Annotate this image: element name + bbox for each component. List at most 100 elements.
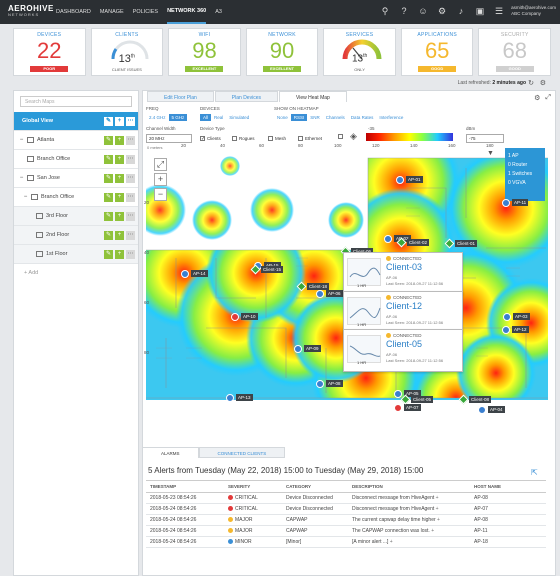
- show-data-rates[interactable]: Data Rates: [348, 114, 377, 121]
- rogues-checkbox[interactable]: Rogues: [232, 136, 255, 141]
- zoom-in-button[interactable]: +: [154, 173, 167, 186]
- edit-icon[interactable]: ✎: [104, 192, 113, 202]
- ap-marker[interactable]: [502, 199, 510, 207]
- channel-width-select[interactable]: 20 MHz: [146, 134, 192, 143]
- more-icon[interactable]: ⋯: [126, 249, 135, 259]
- search-maps-input[interactable]: Search Maps: [20, 96, 132, 107]
- search-icon[interactable]: ⚲: [380, 6, 390, 16]
- add-icon[interactable]: +: [115, 154, 124, 164]
- show-rssi[interactable]: RSSI: [290, 114, 308, 121]
- ap-marker[interactable]: [226, 394, 234, 402]
- add-icon[interactable]: +: [115, 192, 124, 202]
- tree-item-global-view[interactable]: Global View ✎ + ⋯: [14, 112, 138, 131]
- ap-marker[interactable]: [502, 326, 510, 334]
- filter-icon[interactable]: ▼: [487, 150, 494, 157]
- ap-marker[interactable]: [231, 313, 239, 321]
- gear-icon[interactable]: ⚙: [534, 94, 540, 102]
- tree-item-atlanta[interactable]: − Atlanta ✎ + ⋯: [14, 131, 138, 150]
- card-security[interactable]: SECURITY 68 GOOD: [478, 28, 552, 76]
- dbm-select[interactable]: -75: [466, 134, 504, 143]
- col-host-name[interactable]: HOST NAME: [470, 480, 546, 493]
- ethernet-checkbox[interactable]: Ethernet: [298, 136, 322, 141]
- tab-view-heat-map[interactable]: View Heat Map: [278, 91, 347, 102]
- tree-item-san-jose[interactable]: − San Jose ✎ + ⋯: [14, 169, 138, 188]
- more-icon[interactable]: ⋯: [126, 173, 135, 183]
- expand-icon[interactable]: +: [390, 539, 393, 545]
- collapse-icon[interactable]: −: [18, 175, 25, 181]
- ap-marker[interactable]: [394, 390, 402, 398]
- col-timestamp[interactable]: TIMESTAMP: [146, 480, 224, 493]
- export-icon[interactable]: ⇱: [531, 468, 538, 477]
- col-category[interactable]: CATEGORY: [282, 480, 348, 493]
- edit-icon[interactable]: ✎: [104, 230, 113, 240]
- table-row[interactable]: 2018-05-24 08:54:26 MAJOR CAPWAP The cur…: [146, 514, 546, 526]
- show-none[interactable]: None: [274, 114, 291, 121]
- edit-icon[interactable]: ✎: [104, 249, 113, 259]
- add-icon[interactable]: +: [115, 211, 124, 221]
- add-icon[interactable]: +: [115, 173, 124, 183]
- expand-icon[interactable]: +: [431, 528, 434, 534]
- table-row[interactable]: 2018-05-24 08:54:26 MINOR [Minor] [A min…: [146, 536, 546, 548]
- edit-icon[interactable]: ✎: [104, 173, 113, 183]
- add-map-button[interactable]: + Add: [14, 264, 138, 282]
- tab-alarms[interactable]: ALARMS: [142, 447, 199, 458]
- edit-icon[interactable]: ✎: [104, 154, 113, 164]
- ap-marker[interactable]: [294, 345, 302, 353]
- more-icon[interactable]: ⋯: [126, 211, 135, 221]
- ap-marker[interactable]: [394, 404, 402, 412]
- ap-marker[interactable]: [384, 235, 392, 243]
- fit-icon[interactable]: ⤢: [154, 158, 167, 171]
- card-services[interactable]: SERVICES 13th ONLY: [323, 28, 396, 76]
- card-wifi[interactable]: WIFI 98 EXCELLENT: [168, 28, 241, 76]
- show-snr[interactable]: SNR: [307, 114, 323, 121]
- show-interference[interactable]: Interference: [376, 114, 406, 121]
- tab-edit-floor-plan[interactable]: Edit Floor Plan: [147, 91, 214, 102]
- freq-2-4ghz[interactable]: 2.4 GHz: [146, 114, 169, 121]
- card-applications[interactable]: APPLICATIONS 65 GOOD: [400, 28, 474, 76]
- col-description[interactable]: DESCRIPTION: [348, 480, 470, 493]
- col-severity[interactable]: SEVERITY: [224, 480, 282, 493]
- gear-icon[interactable]: ⚙: [437, 6, 447, 16]
- freq-5ghz[interactable]: 5 GHz: [168, 114, 188, 121]
- table-row[interactable]: 2018-05-24 08:54:26 CRITICAL Device Disc…: [146, 503, 546, 515]
- client-popup[interactable]: 1 HR CONNECTED Client-03 AP-06 Last Seen…: [343, 252, 463, 295]
- expand-icon[interactable]: ⤢: [545, 94, 551, 102]
- settings-gear-icon[interactable]: ⚙: [540, 79, 546, 87]
- devices-real[interactable]: Real: [211, 114, 226, 121]
- card-devices[interactable]: DEVICES 22 POOR: [13, 28, 86, 76]
- more-icon[interactable]: ⋯: [126, 230, 135, 240]
- edit-icon[interactable]: ✎: [104, 116, 113, 126]
- nav-manage[interactable]: MANAGE: [100, 0, 124, 24]
- layer-checkbox[interactable]: [338, 134, 343, 139]
- ap-marker[interactable]: [503, 313, 511, 321]
- ap-marker[interactable]: [316, 290, 324, 298]
- monitor-icon[interactable]: ▣: [475, 6, 485, 16]
- add-icon[interactable]: +: [115, 116, 124, 126]
- more-icon[interactable]: ⋯: [126, 116, 135, 126]
- more-icon[interactable]: ⋯: [126, 192, 135, 202]
- nav-dashboard[interactable]: DASHBOARD: [56, 0, 91, 24]
- client-popup[interactable]: 1 HR CONNECTED Client-05 AP-06 Last Seen…: [343, 329, 463, 372]
- tree-item-2nd-floor[interactable]: 2nd Floor ✎ + ⋯: [14, 226, 138, 245]
- client-name[interactable]: Client-05: [386, 339, 422, 349]
- nav-policies[interactable]: POLICIES: [133, 0, 158, 24]
- more-icon[interactable]: ⋯: [126, 154, 135, 164]
- ap-marker[interactable]: [181, 270, 189, 278]
- help-icon[interactable]: ?: [399, 6, 409, 16]
- add-icon[interactable]: +: [115, 230, 124, 240]
- expand-icon[interactable]: +: [436, 495, 439, 501]
- more-icon[interactable]: ⋯: [126, 135, 135, 145]
- ap-marker[interactable]: [396, 176, 404, 184]
- show-channels[interactable]: Channels: [323, 114, 348, 121]
- tree-item-1st-floor[interactable]: 1st Floor ✎ + ⋯: [14, 245, 138, 264]
- user-info[interactable]: asmith@aerohive.com ABC Company: [511, 5, 556, 17]
- nav-a3[interactable]: A3: [215, 0, 222, 24]
- tab-connected-clients[interactable]: CONNECTED CLIENTS: [198, 447, 286, 458]
- layers-icon[interactable]: ◈: [350, 131, 357, 142]
- collapse-icon[interactable]: −: [22, 194, 29, 200]
- table-row[interactable]: 2018-05-24 08:54:26 MAJOR CAPWAP The CAP…: [146, 525, 546, 537]
- menu-icon[interactable]: ☰: [494, 6, 504, 16]
- expand-icon[interactable]: +: [436, 506, 439, 512]
- user-icon[interactable]: ☺: [418, 6, 428, 16]
- nav-network-360[interactable]: NETWORK 360: [167, 0, 207, 24]
